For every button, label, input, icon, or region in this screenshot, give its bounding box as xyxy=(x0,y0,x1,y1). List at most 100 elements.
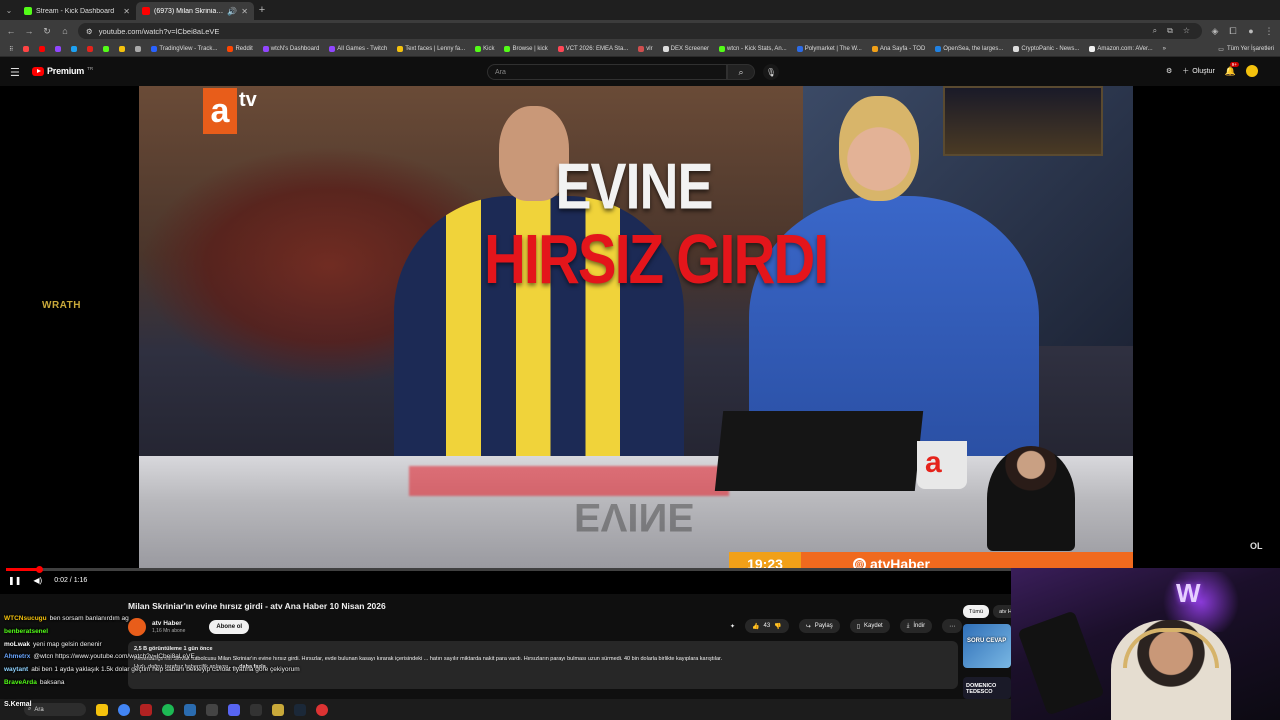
chat-username[interactable]: Ahmetrx xyxy=(4,653,30,660)
menu-hamburger-icon[interactable]: ☰ xyxy=(10,66,22,79)
volume-icon[interactable]: ◀) xyxy=(33,576,42,585)
share-icon: ↪ xyxy=(805,623,811,630)
video-frame[interactable]: a a tv EVINE HIRSIZ GIRDI EVINE 19:23 @ … xyxy=(139,86,1133,568)
create-button[interactable]: ＋ Oluştur xyxy=(1182,66,1215,76)
home-icon[interactable]: ⌂ xyxy=(60,26,70,36)
bookmark-favicon-icon xyxy=(103,46,110,52)
chip-all[interactable]: Tümü xyxy=(963,605,990,618)
chrome-icon[interactable] xyxy=(118,703,130,716)
reload-icon[interactable]: ↻ xyxy=(42,26,52,37)
video-player[interactable]: a a tv EVINE HIRSIZ GIRDI EVINE 19:23 @ … xyxy=(0,86,1280,594)
bookmark-icon: ▯ xyxy=(856,623,861,630)
zoom-icon[interactable]: ⌕ xyxy=(1153,26,1157,36)
valorant-icon[interactable] xyxy=(316,703,328,716)
download-button[interactable]: ⤓ İndir xyxy=(899,619,933,633)
forward-icon[interactable]: → xyxy=(24,26,34,36)
all-bookmarks-button[interactable]: ▭ Tüm Yer İşaretleri xyxy=(1218,46,1274,53)
all-bookmarks-label: Tüm Yer İşaretleri xyxy=(1226,46,1274,52)
tab-youtube-video[interactable]: (6973) Milan Skriniar'ın evi 🔊 ✕ xyxy=(136,2,254,20)
bookmark-item[interactable]: Ana Sayfa - TOD xyxy=(869,46,928,52)
extension-icon[interactable]: ◈ xyxy=(1210,26,1220,37)
bookmark-label: CryptoPanic - News... xyxy=(1021,46,1080,52)
kick-favicon-icon xyxy=(24,7,32,15)
site-info-icon[interactable]: ⚙ xyxy=(86,27,93,36)
bookmark-item[interactable]: vlr xyxy=(635,46,655,52)
browser-menu-icon[interactable]: ⋮ xyxy=(1264,26,1274,37)
taskbar-search[interactable]: ⌕ Ara xyxy=(24,703,86,716)
bookmark-item[interactable]: Browse | kick xyxy=(501,46,550,52)
save-button[interactable]: ▯ Kaydet xyxy=(849,619,890,633)
file-explorer-icon[interactable] xyxy=(96,703,108,716)
youtube-premium-logo[interactable]: Premium TR xyxy=(32,66,93,76)
back-icon[interactable]: ← xyxy=(6,26,16,36)
steam-icon[interactable] xyxy=(294,703,306,716)
notification-badge: 9+ xyxy=(1229,61,1239,67)
bookmark-item[interactable] xyxy=(84,46,96,52)
bookmark-item[interactable]: Text faces | Lenny fa... xyxy=(394,46,468,52)
share-button[interactable]: ↪ Paylaş xyxy=(798,619,840,633)
time-display: 0:02 / 1:16 xyxy=(54,577,88,584)
bookmark-item[interactable] xyxy=(100,46,112,52)
recommended-video-thumbnail[interactable]: DOMENICO TEDESCO xyxy=(963,677,1011,699)
close-tab-icon[interactable]: ✕ xyxy=(241,7,248,16)
bookmark-item[interactable] xyxy=(132,46,144,52)
search-button[interactable]: ⌕ xyxy=(727,64,755,80)
new-tab-button[interactable]: + xyxy=(254,4,270,16)
calendar-app-icon[interactable] xyxy=(140,703,152,716)
account-avatar[interactable] xyxy=(1246,65,1258,77)
extensions-puzzle-icon[interactable]: ⧠ xyxy=(1228,26,1238,37)
tab-kick-dashboard[interactable]: Stream - Kick Dashboard ✕ xyxy=(18,2,136,20)
thumbs-down-icon[interactable]: 👎 xyxy=(774,623,781,630)
bookmark-item[interactable]: OpenSea, the larges... xyxy=(932,46,1006,52)
app-icon[interactable] xyxy=(272,703,284,716)
bookmark-item[interactable] xyxy=(36,46,48,52)
spotify-icon[interactable] xyxy=(162,703,174,716)
chat-username[interactable]: waytant xyxy=(4,666,28,673)
voice-search-button[interactable]: 🎙 xyxy=(763,64,779,80)
speaker-icon[interactable]: 🔊 xyxy=(227,7,237,16)
pause-icon[interactable]: ❚❚ xyxy=(8,576,21,585)
bookmark-item[interactable]: All Games - Twitch xyxy=(326,46,390,52)
recommended-video-thumbnail[interactable]: SORU CEVAP xyxy=(963,624,1011,668)
cast-settings-icon[interactable]: ⚙ xyxy=(1166,67,1172,75)
search-input[interactable]: Ara xyxy=(487,64,727,80)
sparkle-icon[interactable]: ✦ xyxy=(730,623,735,630)
tab-search-icon[interactable]: ⌄ xyxy=(0,0,18,20)
bookmark-item[interactable] xyxy=(52,46,64,52)
bookmark-item[interactable]: Amazon.com: AVer... xyxy=(1086,46,1155,52)
more-bookmarks-icon[interactable]: » xyxy=(1160,46,1169,52)
bookmark-item[interactable] xyxy=(68,46,80,52)
chat-username[interactable]: benberatsenel xyxy=(4,628,48,635)
bookmark-item[interactable] xyxy=(20,46,32,52)
bookmark-star-icon[interactable]: ☆ xyxy=(1183,26,1190,36)
apps-grid-icon[interactable]: ⠿ xyxy=(6,46,16,53)
bookmark-item[interactable]: wtcN's Dashboard xyxy=(260,46,323,52)
like-button[interactable]: 👍 43 👎 xyxy=(745,619,789,633)
desk-reflection-text: EVINE xyxy=(573,495,695,539)
close-tab-icon[interactable]: ✕ xyxy=(123,7,130,16)
bookmark-item[interactable]: VCT 2026: EMEA Sta... xyxy=(555,46,632,52)
bookmark-item[interactable]: CryptoPanic - News... xyxy=(1010,46,1082,52)
vscode-icon[interactable] xyxy=(184,703,196,716)
chat-username[interactable]: WTCNsucugu xyxy=(4,615,47,622)
chat-message: BraveArda baksana xyxy=(4,677,324,690)
bookmark-item[interactable]: Kick xyxy=(472,46,497,52)
profile-icon[interactable]: ● xyxy=(1246,26,1256,36)
discord-icon[interactable] xyxy=(228,703,240,716)
chat-username[interactable]: moLwak xyxy=(4,641,30,648)
headline-word-evine: EVINE xyxy=(555,151,713,223)
terminal-icon[interactable] xyxy=(206,703,218,716)
bookmark-item[interactable]: Polymarket | The W... xyxy=(794,46,865,52)
chat-username[interactable]: BraveArda xyxy=(4,679,37,686)
progress-scrubber[interactable] xyxy=(35,566,43,573)
url-field[interactable]: ⚙ youtube.com/watch?v=lCbei8aLeVE ⌕ ⧉ ☆ xyxy=(78,23,1202,39)
more-actions-button[interactable]: ⋯ xyxy=(942,619,963,633)
install-icon[interactable]: ⧉ xyxy=(1167,26,1173,36)
bookmark-item[interactable] xyxy=(116,46,128,52)
bookmark-item[interactable]: Reddit xyxy=(224,46,255,52)
notifications-button[interactable]: 🔔 9+ xyxy=(1225,61,1239,77)
obs-icon[interactable] xyxy=(250,703,262,716)
bookmark-item[interactable]: DEX Screener xyxy=(660,46,712,52)
bookmark-item[interactable]: wtcn - Kick Stats, An... xyxy=(716,46,790,52)
bookmark-item[interactable]: TradingView - Track... xyxy=(148,46,220,52)
